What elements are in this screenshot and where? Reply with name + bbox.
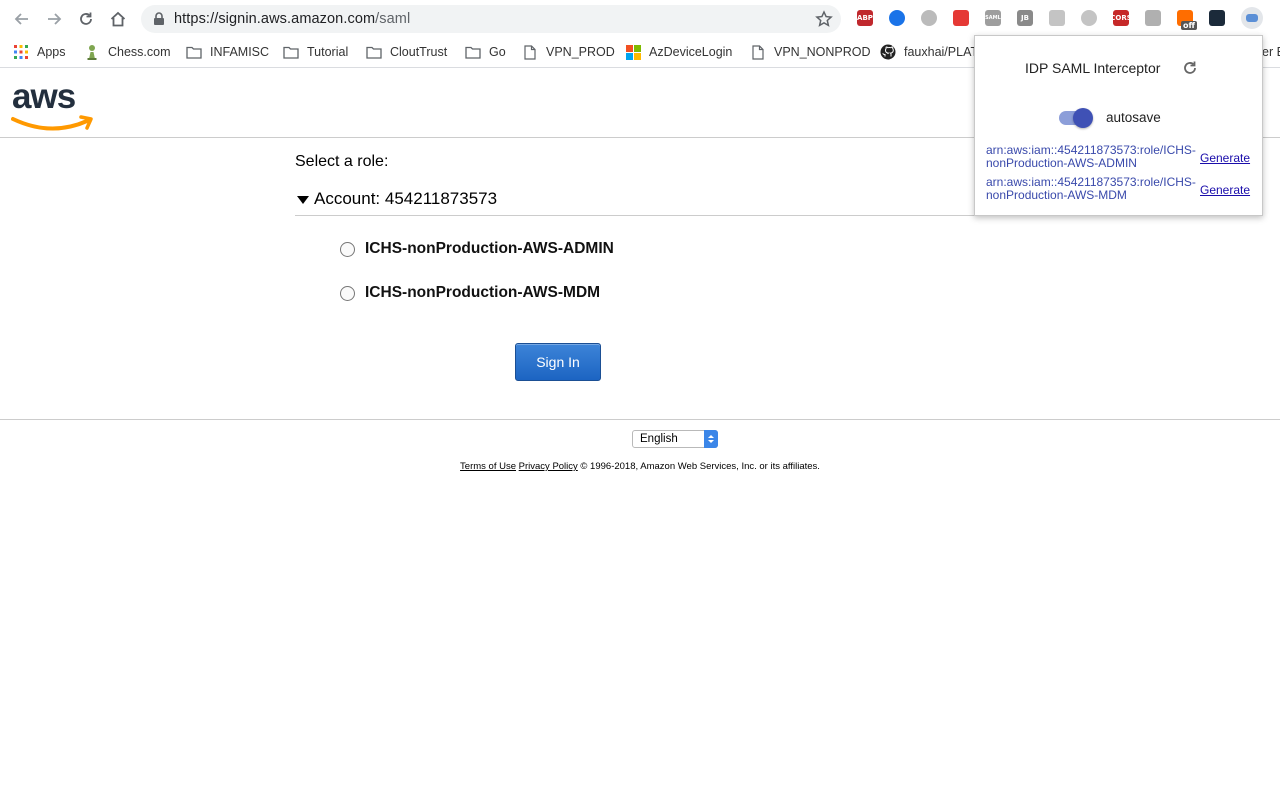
adblock-plus-icon[interactable]: ABP (857, 10, 873, 26)
language-select[interactable]: English (632, 430, 718, 448)
circle-ext-icon[interactable] (889, 10, 905, 26)
language-value: English (640, 433, 678, 445)
bookmark-star-icon[interactable] (815, 10, 833, 28)
bookmark-label: Tutorial (307, 45, 348, 59)
svg-text:aws: aws (12, 77, 76, 116)
bookmark-vpn-nonprod[interactable]: VPN_NONPROD (750, 43, 871, 61)
footer-divider (0, 419, 1280, 420)
privacy-policy-link[interactable]: Privacy Policy (519, 461, 578, 472)
folder-icon (465, 44, 481, 60)
arn-line: nonProduction-AWS-MDM (986, 189, 1198, 202)
bookmark-label: Go (489, 45, 506, 59)
bookmark-tutorial[interactable]: Tutorial (283, 43, 348, 61)
react-gray-ext-icon[interactable] (1049, 10, 1065, 26)
tree-ext-icon[interactable] (1145, 10, 1161, 26)
url-host: https://signin.aws.amazon.com (174, 11, 375, 27)
sign-in-button[interactable]: Sign In (515, 343, 601, 381)
bookmark-label: INFAMISC (210, 45, 269, 59)
role-label-mdm[interactable]: ICHS-nonProduction-AWS-MDM (365, 284, 600, 302)
account-row[interactable]: Account: 454211873573 (295, 188, 995, 216)
folder-icon (186, 44, 202, 60)
role-label-admin[interactable]: ICHS-nonProduction-AWS-ADMIN (365, 240, 614, 258)
url-path: /saml (375, 11, 410, 27)
legal-footer: Terms of Use Privacy Policy © 1996-2018,… (0, 461, 1280, 472)
red-box-ext-icon[interactable] (953, 10, 969, 26)
arn-line: nonProduction-AWS-ADMIN (986, 157, 1198, 170)
folder-icon (366, 44, 382, 60)
bookmark-label: Chess.com (108, 45, 171, 59)
apps-grid-icon (13, 44, 29, 60)
bookmark-infamisc[interactable]: INFAMISC (186, 43, 269, 61)
extension-label: ABP (857, 14, 873, 22)
cors-ext-icon[interactable]: CORS (1113, 10, 1129, 26)
bookmark-label: Apps (37, 45, 66, 59)
popup-title: IDP SAML Interceptor (1025, 60, 1160, 76)
select-role-heading: Select a role: (295, 153, 388, 171)
bookmark-label: er B (1262, 45, 1280, 59)
bookmark-label: CloutTrust (390, 45, 447, 59)
address-bar[interactable]: https://signin.aws.amazon.com/saml (141, 5, 841, 33)
role-option-admin[interactable]: ICHS-nonProduction-AWS-ADMIN (340, 239, 614, 259)
saml-interceptor-popup: IDP SAML Interceptor autosave arn:aws:ia… (974, 35, 1263, 216)
bookmark-apps[interactable]: Apps (13, 43, 66, 61)
target-ext-icon[interactable] (1081, 10, 1097, 26)
bookmark-label: VPN_NONPROD (774, 45, 871, 59)
refresh-icon[interactable] (1181, 59, 1199, 77)
autosave-label: autosave (1106, 110, 1161, 125)
home-button[interactable] (106, 7, 130, 31)
copyright-text: © 1996-2018, Amazon Web Services, Inc. o… (580, 461, 820, 472)
extension-label: off (1181, 21, 1197, 30)
page-icon (750, 44, 766, 60)
home-icon (109, 10, 127, 28)
toggle-thumb (1073, 108, 1093, 128)
forward-arrow-icon (45, 10, 63, 28)
role-radio-admin[interactable] (340, 242, 355, 257)
folder-icon (283, 44, 299, 60)
account-label: Account: 454211873573 (314, 189, 497, 209)
github-icon (880, 44, 896, 60)
bookmark-label: fauxhai/PLAT (904, 45, 978, 59)
select-arrows-icon (704, 430, 718, 448)
page-icon (522, 44, 538, 60)
arn-entry-mdm: arn:aws:iam::454211873573:role/ICHS- non… (986, 176, 1198, 202)
bookmark-clouttrust[interactable]: CloutTrust (366, 43, 447, 61)
generate-link-mdm[interactable]: Generate (1200, 183, 1250, 197)
extension-label: SAML (985, 15, 1001, 21)
terms-of-use-link[interactable]: Terms of Use (460, 461, 516, 472)
react-devtools-icon[interactable] (1209, 10, 1225, 26)
saml-interceptor-icon[interactable] (1241, 7, 1263, 29)
bookmark-vpn-prod[interactable]: VPN_PROD (522, 43, 615, 61)
extension-label: CORS (1110, 14, 1132, 22)
gray-dot-ext-icon[interactable] (921, 10, 937, 26)
arn-entry-admin: arn:aws:iam::454211873573:role/ICHS- non… (986, 144, 1198, 170)
lock-icon (153, 12, 165, 26)
back-arrow-icon (13, 10, 31, 28)
forward-button[interactable] (42, 7, 66, 31)
browser-toolbar: https://signin.aws.amazon.com/saml ABP SA… (0, 0, 1280, 38)
autosave-toggle[interactable] (1057, 108, 1093, 126)
saml-ext-icon[interactable]: SAML (985, 10, 1001, 26)
role-option-mdm[interactable]: ICHS-nonProduction-AWS-MDM (340, 283, 600, 303)
jb-ext-icon[interactable]: JB (1017, 10, 1033, 26)
bookmark-label: AzDeviceLogin (649, 45, 732, 59)
generate-link-admin[interactable]: Generate (1200, 151, 1250, 165)
expand-triangle-icon[interactable] (297, 196, 309, 204)
bookmark-label: VPN_PROD (546, 45, 615, 59)
extension-label: JB (1021, 14, 1029, 22)
reload-icon (77, 10, 95, 28)
reload-button[interactable] (74, 7, 98, 31)
bookmark-azdevicelogin[interactable]: AzDeviceLogin (625, 43, 732, 61)
role-radio-mdm[interactable] (340, 286, 355, 301)
bookmark-go[interactable]: Go (465, 43, 506, 61)
url-text: https://signin.aws.amazon.com/saml (174, 11, 410, 27)
aws-logo: aws (11, 77, 97, 131)
chess-pawn-icon (84, 44, 100, 60)
bookmark-fauxhai[interactable]: fauxhai/PLAT (880, 43, 978, 61)
bookmark-chess[interactable]: Chess.com (84, 43, 171, 61)
bookmark-overflow[interactable]: er B (1262, 43, 1280, 61)
off-ext-icon[interactable]: off (1177, 10, 1193, 26)
microsoft-icon (625, 44, 641, 60)
back-button[interactable] (10, 7, 34, 31)
